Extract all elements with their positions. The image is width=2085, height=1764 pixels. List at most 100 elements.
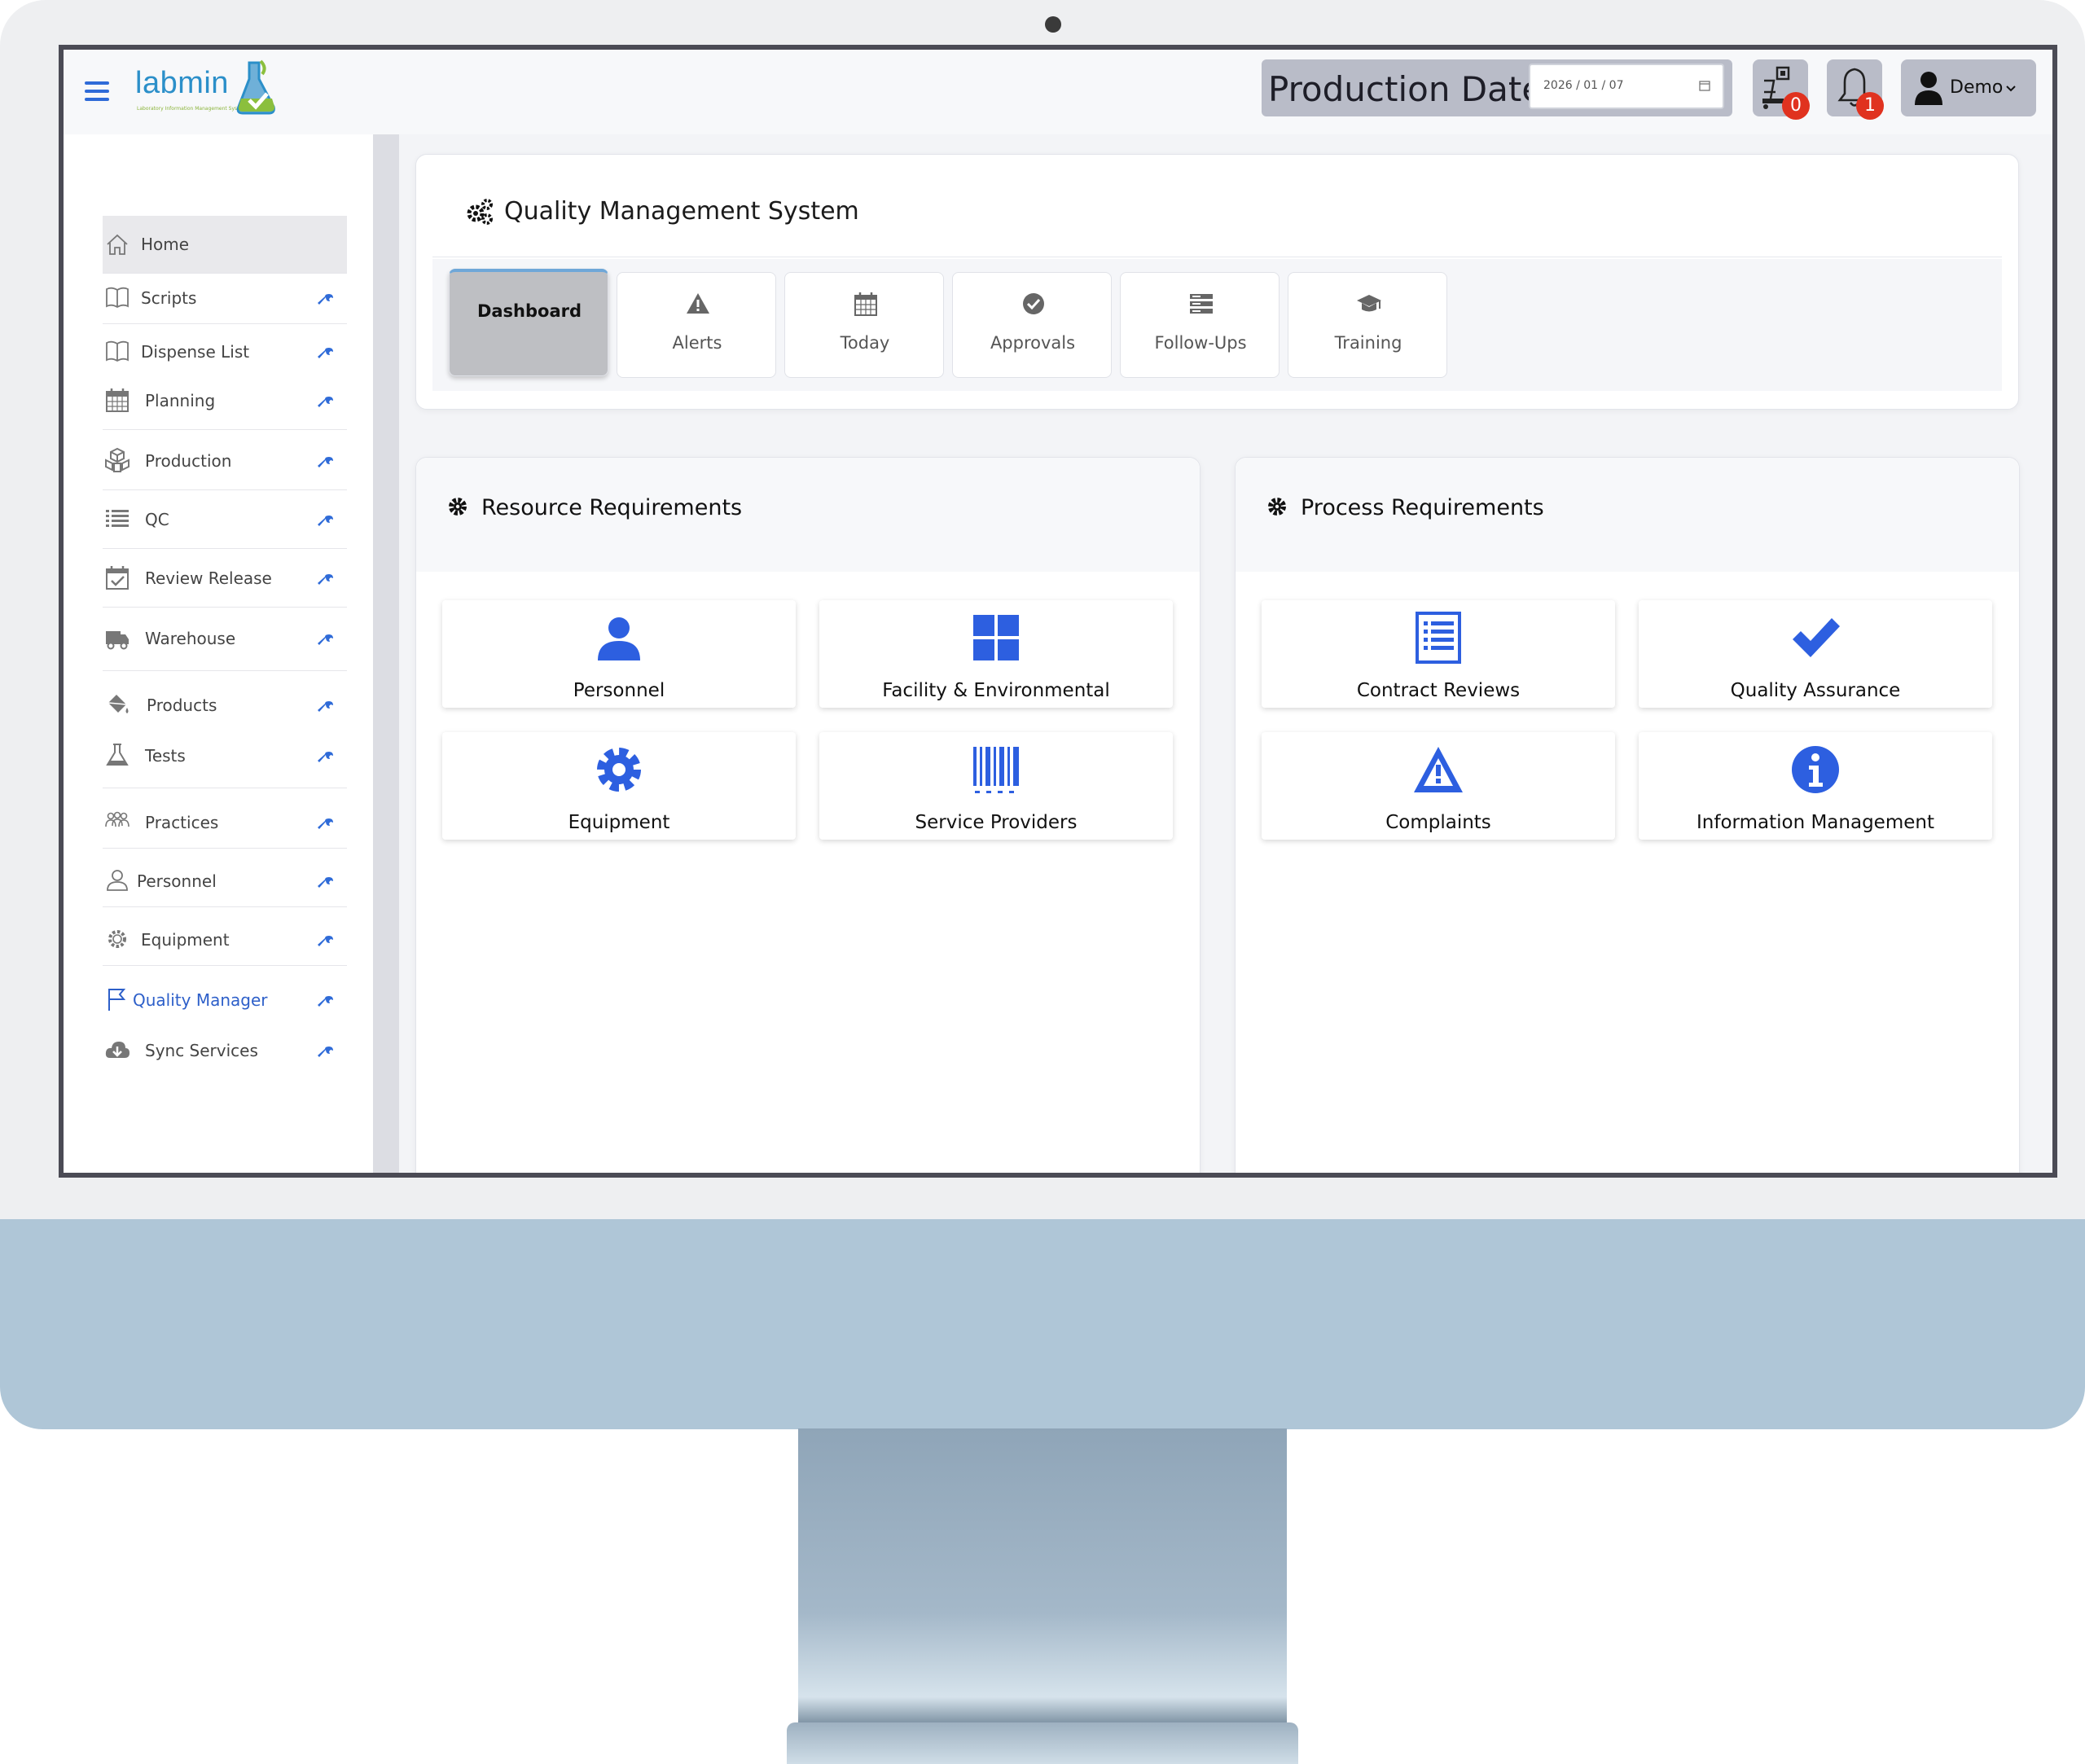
wrench-icon[interactable] xyxy=(318,571,334,587)
screen: labmin Laboratory Information Management… xyxy=(59,45,2057,1178)
calendar-picker-icon[interactable] xyxy=(1698,79,1711,92)
notification-count-badge: 1 xyxy=(1856,92,1884,120)
tile-service-providers[interactable]: Service Providers xyxy=(819,732,1173,840)
sidebar-item-planning[interactable]: Planning xyxy=(103,380,347,429)
sidebar-divider xyxy=(103,607,347,608)
tile-information-management[interactable]: Information Management xyxy=(1639,732,1992,840)
labmin-logo[interactable]: labmin Laboratory Information Management… xyxy=(135,59,282,121)
sidebar-item-equipment[interactable]: Equipment xyxy=(103,919,347,965)
tab-label: Training xyxy=(1334,333,1402,353)
wrench-icon[interactable] xyxy=(318,993,334,1009)
sidebar-item-label: Dispense List xyxy=(141,342,250,362)
sidebar-item-sync-services[interactable]: Sync Services xyxy=(103,1030,347,1076)
sidebar-item-dispense-list[interactable]: Dispense List xyxy=(103,331,347,377)
dispatch-button[interactable]: 0 xyxy=(1753,59,1810,120)
sidebar-item-quality-manager[interactable]: Quality Manager xyxy=(103,980,347,1025)
wrench-icon[interactable] xyxy=(318,344,334,361)
tile-quality-assurance[interactable]: Quality Assurance xyxy=(1639,600,1992,708)
sidebar-divider xyxy=(103,670,347,671)
wrench-icon[interactable] xyxy=(318,698,334,714)
truck-icon xyxy=(106,631,129,650)
user-avatar-icon xyxy=(1915,72,1942,105)
server-icon xyxy=(1190,294,1213,314)
paint-bucket-icon xyxy=(108,695,129,713)
notifications-button[interactable]: 1 xyxy=(1827,59,1884,120)
sidebar-item-label: Quality Manager xyxy=(133,990,268,1010)
resource-requirements-title: Resource Requirements xyxy=(481,495,743,520)
wrench-icon[interactable] xyxy=(318,454,334,470)
sidebar-item-label: Home xyxy=(141,235,190,254)
wrench-icon[interactable] xyxy=(318,932,334,949)
tab-training[interactable]: Training xyxy=(1288,272,1447,378)
process-requirements-header: Process Requirements xyxy=(1236,458,2019,572)
tab-alerts[interactable]: Alerts xyxy=(617,272,776,378)
sidebar-item-label: Equipment xyxy=(141,930,230,950)
resource-requirements-header: Resource Requirements xyxy=(416,458,1200,572)
user-menu-button[interactable]: Demo xyxy=(1901,59,2036,116)
sidebar-item-label: QC xyxy=(145,510,169,529)
tile-label: Contract Reviews xyxy=(1356,680,1521,701)
wrench-icon[interactable] xyxy=(318,815,334,832)
tile-complaints[interactable]: Complaints xyxy=(1262,732,1615,840)
tab-label: Dashboard xyxy=(476,301,582,321)
sidebar-item-practices[interactable]: Practices xyxy=(103,802,347,848)
chevron-down-icon xyxy=(2006,86,2016,92)
tab-dashboard[interactable]: Dashboard xyxy=(449,269,608,376)
warning-icon xyxy=(687,293,709,314)
home-icon xyxy=(107,234,128,255)
sidebar-item-home[interactable]: Home xyxy=(103,216,347,273)
tile-label: Facility & Environmental xyxy=(882,680,1110,701)
tile-label: Personnel xyxy=(573,680,665,701)
wrench-icon[interactable] xyxy=(318,393,334,410)
wrench-icon[interactable] xyxy=(318,1043,334,1060)
sidebar-item-label: Scripts xyxy=(141,288,197,308)
sidebar-item-label: Planning xyxy=(145,391,216,410)
wrench-icon[interactable] xyxy=(318,874,334,890)
wrench-icon[interactable] xyxy=(318,512,334,529)
tab-follow-ups[interactable]: Follow-Ups xyxy=(1120,272,1280,378)
sidebar-item-production[interactable]: Production xyxy=(103,441,347,489)
wrench-icon[interactable] xyxy=(318,631,334,647)
sidebar-item-personnel[interactable]: Personnel xyxy=(103,861,347,906)
production-date-value: 2026 / 01 / 07 xyxy=(1543,79,1624,92)
tab-label: Alerts xyxy=(672,333,722,353)
calendar-icon xyxy=(854,292,877,316)
sidebar-divider xyxy=(103,906,347,907)
sidebar-item-products[interactable]: Products xyxy=(103,685,347,731)
sidebar-divider xyxy=(103,273,347,274)
user-icon xyxy=(598,617,640,660)
sidebar-item-qc[interactable]: QC xyxy=(103,499,347,548)
tile-facility-environmental[interactable]: Facility & Environmental xyxy=(819,600,1173,708)
cloud-download-icon xyxy=(105,1042,129,1058)
sidebar-item-warehouse[interactable]: Warehouse xyxy=(103,618,347,670)
tile-contract-reviews[interactable]: Contract Reviews xyxy=(1262,600,1615,708)
cubes-icon xyxy=(105,447,129,472)
monitor-stand xyxy=(798,1428,1287,1764)
warning-icon xyxy=(1414,747,1463,792)
tile-personnel[interactable]: Personnel xyxy=(442,600,796,708)
logo-text: labmin xyxy=(135,66,229,100)
wrench-icon[interactable] xyxy=(318,748,334,765)
tile-label: Quality Assurance xyxy=(1730,680,1901,701)
hamburger-menu-icon[interactable] xyxy=(80,74,116,110)
process-requirements-title: Process Requirements xyxy=(1301,495,1544,520)
production-date-input[interactable]: 2026 / 01 / 07 xyxy=(1529,64,1724,109)
barcode-icon xyxy=(973,747,1019,793)
sidebar-item-tests[interactable]: Tests xyxy=(103,735,347,788)
tab-approvals[interactable]: Approvals xyxy=(952,272,1112,378)
sidebar-item-review-release[interactable]: Review Release xyxy=(103,558,347,607)
tab-today[interactable]: Today xyxy=(784,272,944,378)
calendar-check-icon xyxy=(106,566,129,590)
user-name: Demo xyxy=(1950,77,2004,98)
tab-label: Today xyxy=(840,333,890,353)
tab-label: Approvals xyxy=(990,333,1076,353)
gear-icon xyxy=(1268,498,1286,516)
sidebar-item-scripts[interactable]: Scripts xyxy=(103,278,347,323)
sidebar-divider xyxy=(103,429,347,430)
user-outline-icon xyxy=(107,870,128,891)
qms-card: Quality Management System Dashboard Alert… xyxy=(415,154,2019,410)
tile-equipment[interactable]: Equipment xyxy=(442,732,796,840)
wrench-icon[interactable] xyxy=(318,291,334,307)
flag-icon xyxy=(108,989,126,1011)
sidebar-scrollbar[interactable] xyxy=(373,134,399,1173)
